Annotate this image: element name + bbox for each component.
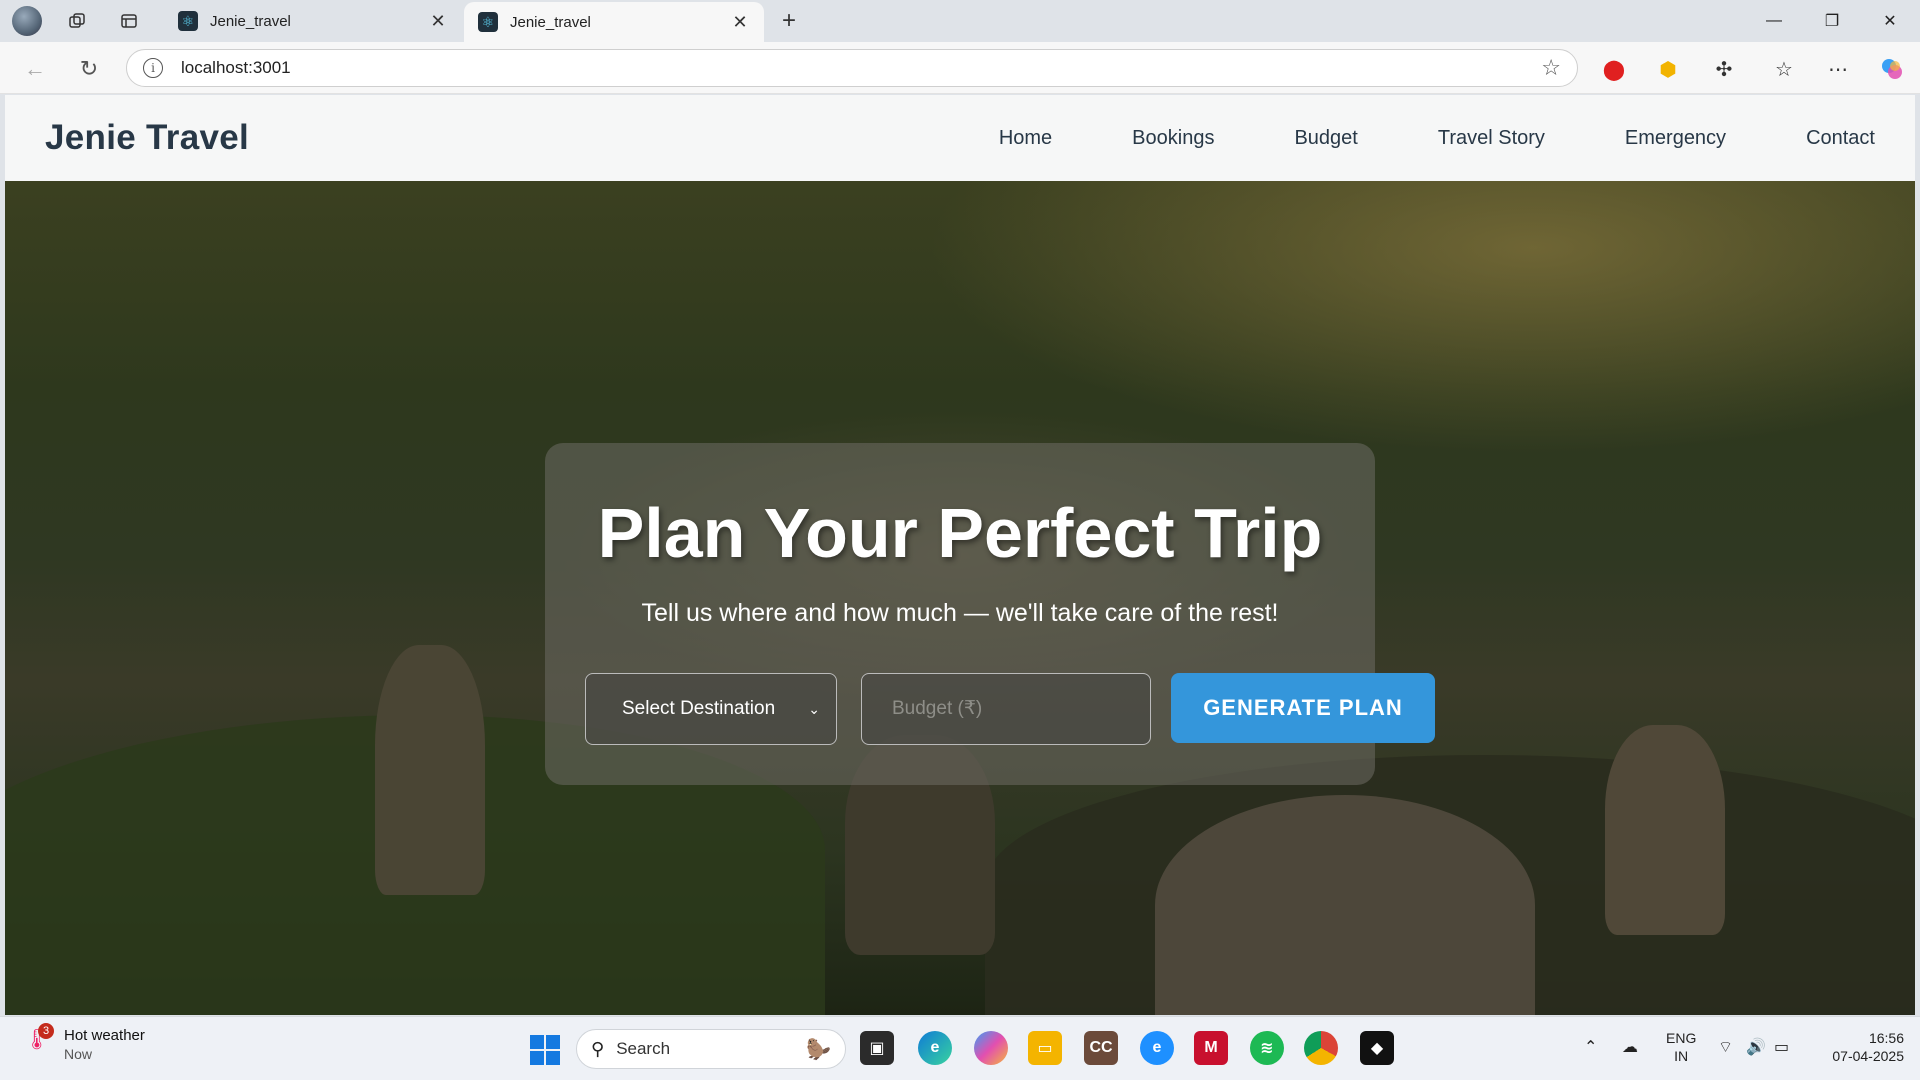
back-arrow-icon[interactable]: ←	[20, 54, 50, 84]
nav-bookings[interactable]: Bookings	[1132, 127, 1214, 150]
vertical-tabs-icon[interactable]	[114, 6, 144, 36]
address-toolbar: ← ↻ i localhost:3001 ☆ ⬤ ⬢ ✣ ☆ ⋯	[0, 42, 1920, 94]
nav-travel-story[interactable]: Travel Story	[1438, 127, 1545, 150]
nav-contact[interactable]: Contact	[1806, 127, 1875, 150]
workspaces-icon[interactable]	[62, 6, 92, 36]
more-menu-icon[interactable]: ⋯	[1824, 55, 1852, 83]
budget-input[interactable]	[861, 673, 1151, 745]
extension-icon[interactable]: ⬢	[1654, 55, 1682, 83]
url-text[interactable]: localhost:3001	[181, 58, 1541, 78]
restore-icon[interactable]: ❐	[1812, 8, 1852, 34]
hero-section: Plan Your Perfect Trip Tell us where and…	[5, 181, 1915, 1015]
start-windows-icon[interactable]	[530, 1035, 560, 1065]
trip-planner-card: Plan Your Perfect Trip Tell us where and…	[545, 443, 1435, 785]
profile-avatar[interactable]	[12, 6, 42, 36]
copilot-icon[interactable]	[1878, 55, 1906, 83]
search-icon: ⚲	[591, 1038, 605, 1059]
background-rock	[1155, 795, 1535, 1015]
new-tab-button[interactable]: +	[774, 6, 804, 36]
close-window-icon[interactable]: ✕	[1870, 8, 1910, 34]
react-favicon-icon: ⚛	[178, 11, 198, 31]
generate-plan-button[interactable]: GENERATE PLAN	[1171, 673, 1435, 743]
react-favicon-icon: ⚛	[478, 12, 498, 32]
nav-home[interactable]: Home	[999, 127, 1052, 150]
cc-app-icon[interactable]: CC	[1084, 1031, 1118, 1065]
address-bar[interactable]: i localhost:3001 ☆	[126, 49, 1578, 87]
site-info-icon[interactable]: i	[143, 58, 163, 78]
thermometer-icon: 🌡 3	[24, 1023, 54, 1053]
wifi-icon[interactable]: ⌔	[1718, 1037, 1733, 1057]
nav-emergency[interactable]: Emergency	[1625, 127, 1726, 150]
clock-date: 07-04-2025	[1832, 1048, 1904, 1064]
nav-budget[interactable]: Budget	[1294, 127, 1357, 150]
notification-badge: 3	[38, 1023, 54, 1039]
chevron-down-icon: ⌄	[808, 700, 820, 717]
onedrive-cloud-icon[interactable]: ☁	[1622, 1037, 1638, 1057]
battery-icon[interactable]: ▭	[1774, 1037, 1789, 1057]
tab-2-active[interactable]: ⚛ Jenie_travel ✕	[464, 2, 764, 42]
weather-widget[interactable]: 🌡 3 Hot weather Now	[24, 1023, 145, 1062]
hero-title: Plan Your Perfect Trip	[597, 494, 1323, 572]
puzzle-extensions-icon[interactable]: ✣	[1710, 55, 1738, 83]
task-view-icon[interactable]: ▣	[860, 1031, 894, 1065]
language-code: ENG	[1666, 1030, 1697, 1046]
chevron-up-icon[interactable]: ⌃	[1584, 1037, 1597, 1057]
close-tab-icon[interactable]: ✕	[730, 12, 750, 33]
ie-app-icon[interactable]: e	[1140, 1031, 1174, 1065]
refresh-icon[interactable]: ↻	[74, 54, 104, 84]
windows-taskbar: 🌡 3 Hot weather Now ⚲ Search 🦫 ▣ e ▭ CC …	[0, 1016, 1920, 1080]
language-indicator[interactable]: ENG IN	[1666, 1029, 1696, 1065]
opera-extension-icon[interactable]: ⬤	[1600, 55, 1628, 83]
clock[interactable]: 16:56 07-04-2025	[1814, 1029, 1904, 1065]
tab-title: Jenie_travel	[510, 13, 591, 31]
region-code: IN	[1674, 1048, 1689, 1064]
file-explorer-icon[interactable]: ▭	[1028, 1031, 1062, 1065]
clock-time: 16:56	[1868, 1030, 1904, 1046]
web-page: Jenie Travel Home Bookings Budget Travel…	[5, 95, 1915, 1015]
volume-icon[interactable]: 🔊	[1746, 1037, 1766, 1057]
copilot-app-icon[interactable]	[974, 1031, 1008, 1065]
browser-tab-bar: ⚛ Jenie_travel ✕ ⚛ Jenie_travel ✕ + — ❐ …	[0, 0, 1920, 42]
search-label: Search	[616, 1039, 671, 1058]
minimize-icon[interactable]: —	[1754, 8, 1794, 34]
tab-1[interactable]: ⚛ Jenie_travel ✕	[164, 0, 462, 42]
close-tab-icon[interactable]: ✕	[428, 11, 448, 32]
hero-subtitle: Tell us where and how much — we'll take …	[641, 599, 1279, 627]
chrome-icon[interactable]	[1304, 1031, 1338, 1065]
favorite-star-icon[interactable]: ☆	[1541, 55, 1561, 81]
site-navbar: Jenie Travel Home Bookings Budget Travel…	[5, 95, 1915, 181]
edge-browser-icon[interactable]: e	[918, 1031, 952, 1065]
background-rock	[1605, 725, 1725, 935]
terminal-app-icon[interactable]: ◆	[1360, 1031, 1394, 1065]
mcafee-icon[interactable]: M	[1194, 1031, 1228, 1065]
weather-time: Now	[64, 1046, 93, 1062]
background-rock	[375, 645, 485, 895]
weather-title: Hot weather	[64, 1027, 145, 1044]
tab-title: Jenie_travel	[210, 12, 291, 30]
search-highlight-icon: 🦫	[806, 1038, 831, 1061]
spotify-icon[interactable]: ≋	[1250, 1031, 1284, 1065]
destination-select[interactable]: Select Destination ⌄	[585, 673, 837, 745]
destination-select-value: Select Destination	[622, 698, 776, 719]
site-brand[interactable]: Jenie Travel	[45, 118, 919, 158]
taskbar-search[interactable]: ⚲ Search 🦫	[576, 1029, 846, 1069]
favorites-icon[interactable]: ☆	[1770, 55, 1798, 83]
